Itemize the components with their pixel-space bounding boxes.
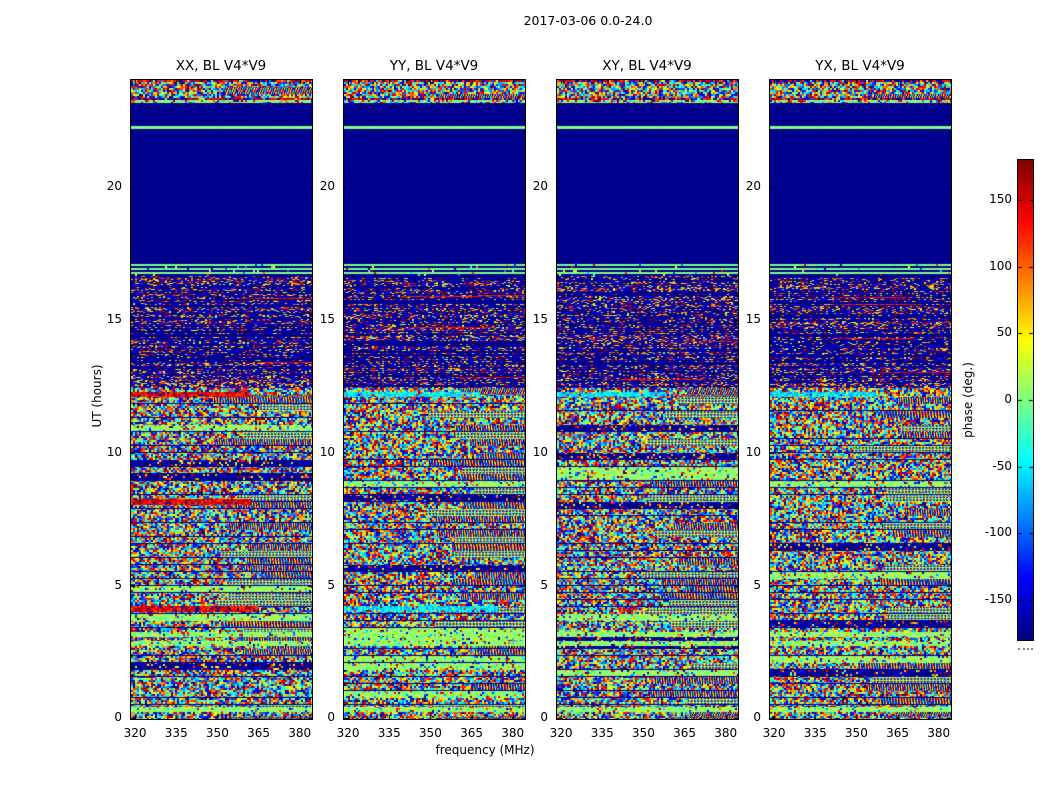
x-tick-label: 320 xyxy=(762,726,786,740)
panel-title-xy: XY, BL V4*V9 xyxy=(602,58,692,74)
colorbar-tick-label: -100 xyxy=(984,525,1012,540)
panel-title-yy: YY, BL V4*V9 xyxy=(389,58,479,74)
y-tick-label: 15 xyxy=(745,312,761,326)
y-tick-label: 20 xyxy=(106,179,122,193)
x-tick-label: 365 xyxy=(673,726,696,740)
figure: 2017-03-06 0.0-24.0 XX, BL V4*V9 YY, BL … xyxy=(0,0,1050,800)
y-tick-label: 10 xyxy=(319,445,335,459)
heatmap-panel-yx xyxy=(769,79,952,720)
y-tick-label: 10 xyxy=(106,445,122,459)
x-tick-label: 365 xyxy=(460,726,483,740)
y-tick-label: 15 xyxy=(319,312,335,326)
y-tick-label: 20 xyxy=(745,179,761,193)
figure-title: 2017-03-06 0.0-24.0 xyxy=(523,13,653,28)
heatmap-panel-xx xyxy=(130,79,313,720)
panel-title-yx: YX, BL V4*V9 xyxy=(815,58,905,74)
x-tick-label: 335 xyxy=(803,726,827,740)
y-tick-label: 5 xyxy=(753,578,761,592)
x-tick-label: 320 xyxy=(336,726,360,740)
panel-title-xx: XX, BL V4*V9 xyxy=(175,58,267,74)
y-tick-label: 5 xyxy=(114,578,122,592)
colorbar-tick-label: 50 xyxy=(996,325,1012,340)
x-tick-label: 380 xyxy=(927,726,951,740)
x-tick-label: 350 xyxy=(631,726,655,740)
x-tick-label: 365 xyxy=(247,726,270,740)
x-tick-label: 365 xyxy=(886,726,909,740)
y-tick-label: 0 xyxy=(114,710,122,724)
y-tick-label: 15 xyxy=(532,312,548,326)
colorbar-tick-label: 0 xyxy=(1004,392,1012,406)
colorbar-tick-label: 100 xyxy=(989,258,1012,273)
x-tick-label: 320 xyxy=(123,726,147,740)
y-tick-label: 5 xyxy=(540,578,548,592)
y-tick-label: 10 xyxy=(532,445,548,459)
y-tick-label: 20 xyxy=(319,179,335,193)
heatmap-panel-xy xyxy=(556,79,739,720)
x-tick-label: 350 xyxy=(418,726,442,740)
x-tick-label: 380 xyxy=(714,726,738,740)
y-tick-label: 10 xyxy=(745,445,761,459)
y-tick-label: 15 xyxy=(106,312,122,326)
y-axis-label: UT (hours) xyxy=(90,364,104,428)
x-tick-label: 380 xyxy=(501,726,525,740)
heatmap-panel-yy xyxy=(343,79,526,720)
colorbar-tick-label: -150 xyxy=(984,592,1012,606)
x-tick-label: 335 xyxy=(590,726,614,740)
x-tick-label: 350 xyxy=(844,726,868,740)
y-tick-label: 0 xyxy=(327,710,335,724)
x-tick-label: 335 xyxy=(377,726,401,740)
x-tick-label: 380 xyxy=(288,726,312,740)
colorbar-underflow-marks xyxy=(1018,648,1033,650)
x-tick-label: 320 xyxy=(549,726,573,740)
colorbar xyxy=(1017,159,1034,641)
x-tick-label: 335 xyxy=(164,726,188,740)
x-tick-label: 350 xyxy=(205,726,229,740)
y-tick-label: 20 xyxy=(532,179,548,193)
y-tick-label: 5 xyxy=(327,578,335,592)
colorbar-tick-label: -50 xyxy=(992,458,1012,473)
colorbar-tick-label: 150 xyxy=(989,192,1012,206)
x-axis-label: frequency (MHz) xyxy=(435,743,535,757)
y-tick-label: 0 xyxy=(753,710,761,724)
y-tick-label: 0 xyxy=(540,710,548,724)
